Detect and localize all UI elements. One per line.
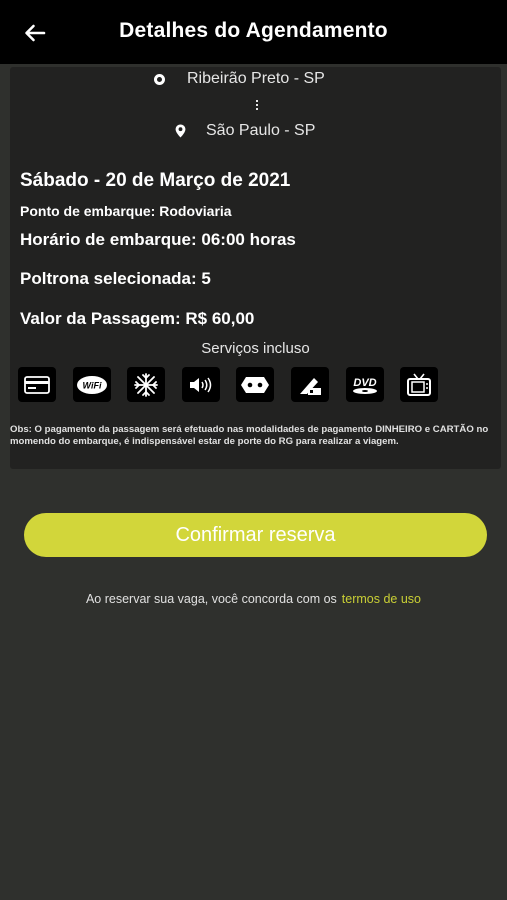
terms-text: Ao reservar sua vaga, você concorda com … (85, 592, 337, 606)
terms-notice: Ao reservar sua vaga, você concorda com … (0, 592, 507, 606)
origin-city: Ribeirão Preto - SP (187, 70, 325, 87)
boarding-time: Horário de embarque: 06:00 horas (20, 230, 296, 249)
destination-city: São Paulo - SP (206, 122, 316, 139)
wifi-icon: WiFi (73, 367, 111, 402)
boarding-point: Ponto de embarque: Rodoviaria (20, 203, 232, 219)
confirm-reservation-button[interactable]: Confirmar reserva (24, 513, 487, 557)
tv-icon (400, 367, 438, 402)
air-conditioning-icon (127, 367, 165, 402)
map-pin-icon (175, 124, 186, 138)
dvd-icon: DVD (346, 367, 384, 402)
page-title: Detalhes do Agendamento (119, 19, 388, 42)
trip-date: Sábado - 20 de Março de 2021 (20, 170, 291, 191)
ticket-price: Valor da Passagem: R$ 60,00 (20, 309, 255, 328)
credit-card-icon (18, 367, 56, 402)
services-title: Serviços incluso (201, 340, 310, 357)
route-destination: São Paulo - SP (175, 122, 315, 140)
selected-seat: Poltrona selecionada: 5 (20, 269, 211, 288)
wifi-label: WiFi (83, 380, 102, 390)
payment-note: Obs: O pagamento da passagem será efetua… (10, 424, 489, 448)
route-origin: Ribeirão Preto - SP (154, 70, 325, 88)
reclining-seat-icon (291, 367, 329, 402)
audio-icon (182, 367, 220, 402)
route-connector (255, 100, 259, 112)
booking-details-card: Ribeirão Preto - SP São Paulo - SP Sábad… (10, 67, 501, 469)
dvd-label: DVD (353, 377, 376, 389)
circle-icon (154, 73, 165, 85)
terms-of-use-link[interactable]: termos de uso (342, 592, 421, 606)
app-header: Detalhes do Agendamento (0, 0, 507, 64)
power-outlet-icon (236, 367, 274, 402)
